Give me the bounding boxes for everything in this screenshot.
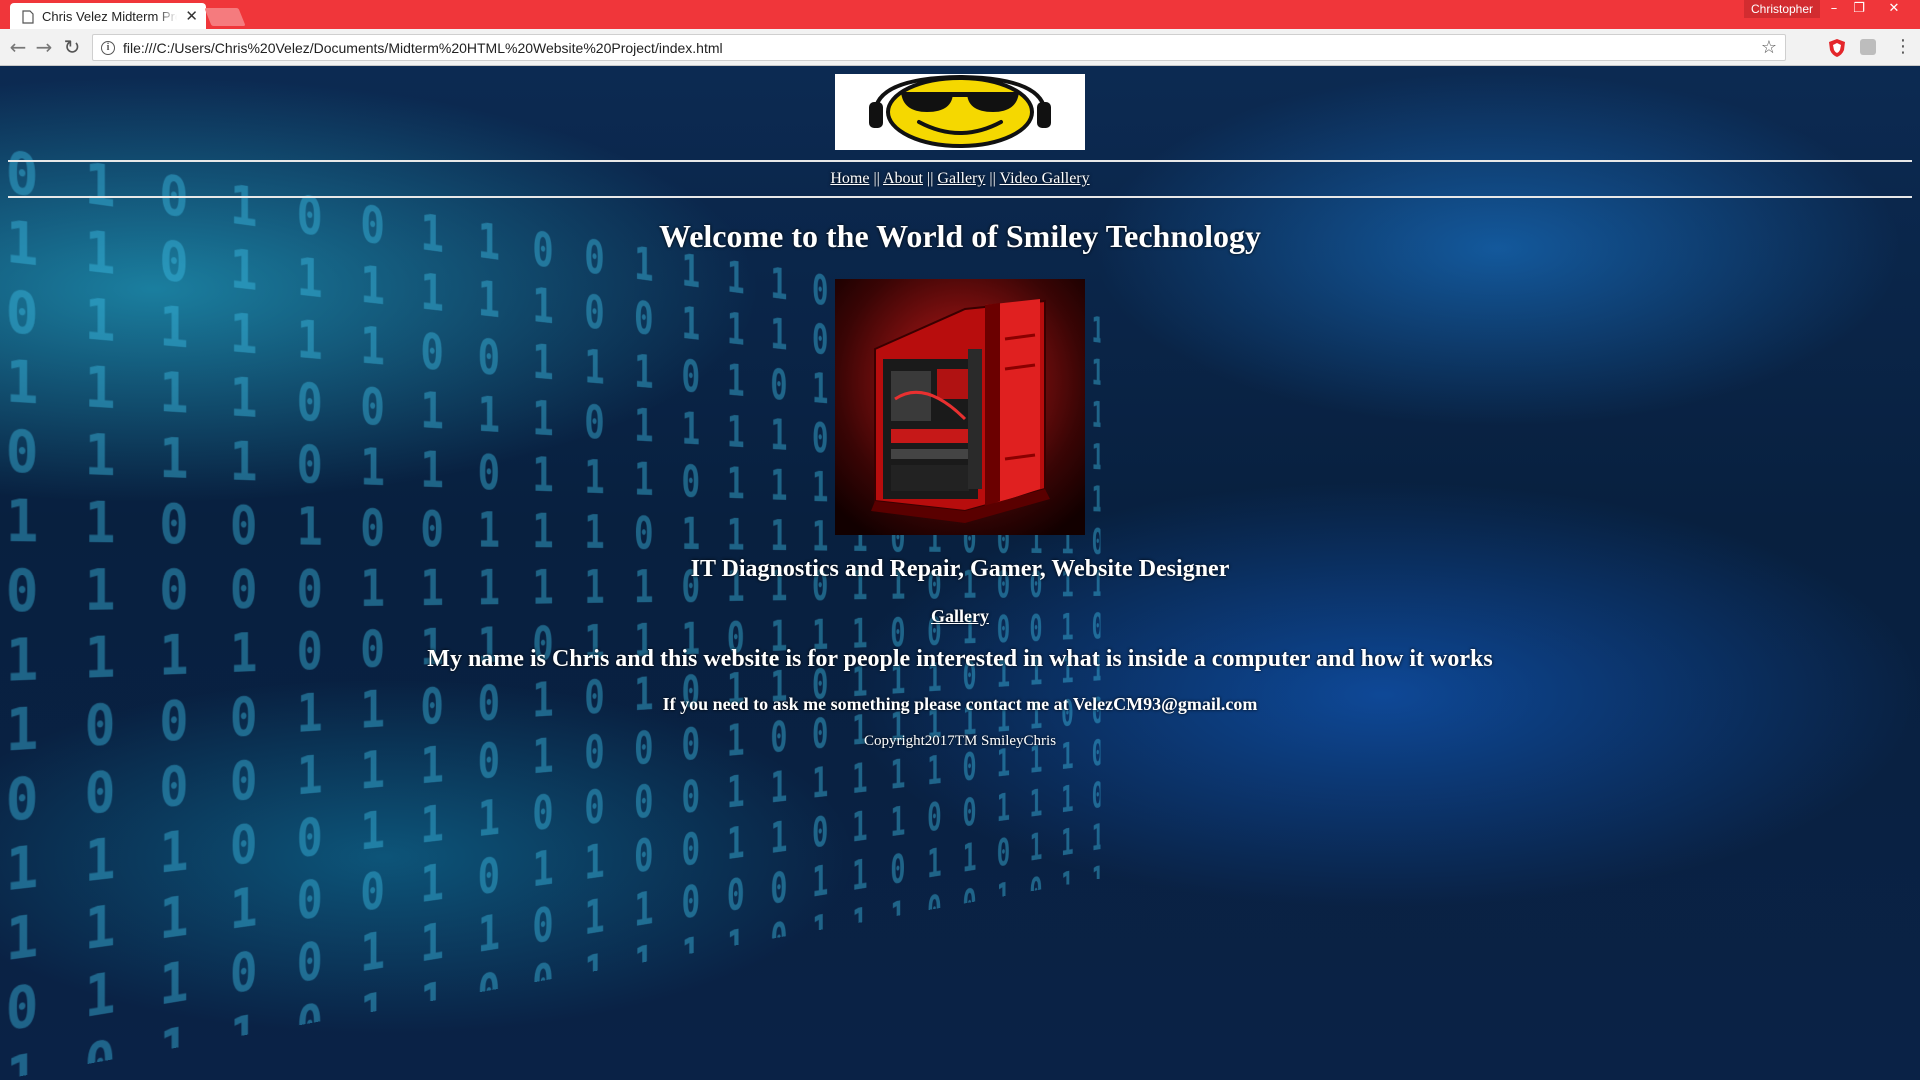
gallery-link[interactable]: Gallery <box>931 606 989 626</box>
smiley-logo <box>835 74 1085 150</box>
profile-button[interactable]: Christopher <box>1744 0 1820 18</box>
browser-titlebar: Chris Velez Midterm Project ✕ Christophe… <box>0 0 1920 30</box>
minimize-icon[interactable]: – <box>1820 0 1848 18</box>
browser-toolbar: ← → ↻ i file:///C:/Users/Chris%20Velez/D… <box>0 29 1920 66</box>
main-nav: Home || About || Gallery || Video Galler… <box>0 170 1920 188</box>
info-icon[interactable]: i <box>101 40 115 55</box>
nav-separator: || <box>927 170 934 187</box>
gaming-pc-image <box>835 279 1085 535</box>
page-viewport: 0 1 0 1 0 0 1 1 0 0 1 1 1 1 0 1 1 0 0 1 … <box>0 66 1920 1080</box>
close-tab-icon[interactable]: ✕ <box>185 9 198 24</box>
browser-tab[interactable]: Chris Velez Midterm Project ✕ <box>10 3 206 30</box>
url-text: file:///C:/Users/Chris%20Velez/Documents… <box>123 39 723 56</box>
menu-icon[interactable]: ⋮ <box>1894 36 1912 57</box>
tagline-heading: IT Diagnostics and Repair, Gamer, Websit… <box>690 556 1230 582</box>
nav-about-link[interactable]: About <box>883 170 923 187</box>
forward-icon[interactable]: → <box>32 35 56 59</box>
nav-separator: || <box>873 170 880 187</box>
shield-extension-icon[interactable] <box>1828 38 1846 58</box>
bottom-rule <box>8 196 1912 198</box>
address-bar[interactable]: i file:///C:/Users/Chris%20Velez/Documen… <box>92 34 1786 61</box>
back-icon[interactable]: ← <box>6 35 30 59</box>
new-tab-button[interactable] <box>204 8 246 26</box>
gallery-section: Gallery <box>0 606 1920 627</box>
contact-text: If you need to ask me something please c… <box>662 694 1258 714</box>
tab-title: Chris Velez Midterm Project <box>42 9 177 24</box>
welcome-heading: Welcome to the World of Smiley Technolog… <box>658 218 1262 254</box>
page-icon <box>22 9 34 24</box>
bookmark-star-icon[interactable]: ☆ <box>1761 37 1777 58</box>
nav-video-gallery-link[interactable]: Video Gallery <box>1000 170 1090 187</box>
copyright-text: Copyright2017TM SmileyChris <box>863 733 1057 749</box>
close-window-icon[interactable]: ✕ <box>1880 0 1908 18</box>
extension-icon[interactable] <box>1860 39 1876 55</box>
restore-icon[interactable]: ❐ <box>1845 0 1873 18</box>
top-rule <box>8 160 1912 162</box>
nav-home-link[interactable]: Home <box>830 170 869 187</box>
nav-gallery-link[interactable]: Gallery <box>937 170 985 187</box>
reload-icon[interactable]: ↻ <box>60 35 84 59</box>
intro-heading: My name is Chris and this website is for… <box>427 646 1493 672</box>
nav-separator: || <box>989 170 996 187</box>
